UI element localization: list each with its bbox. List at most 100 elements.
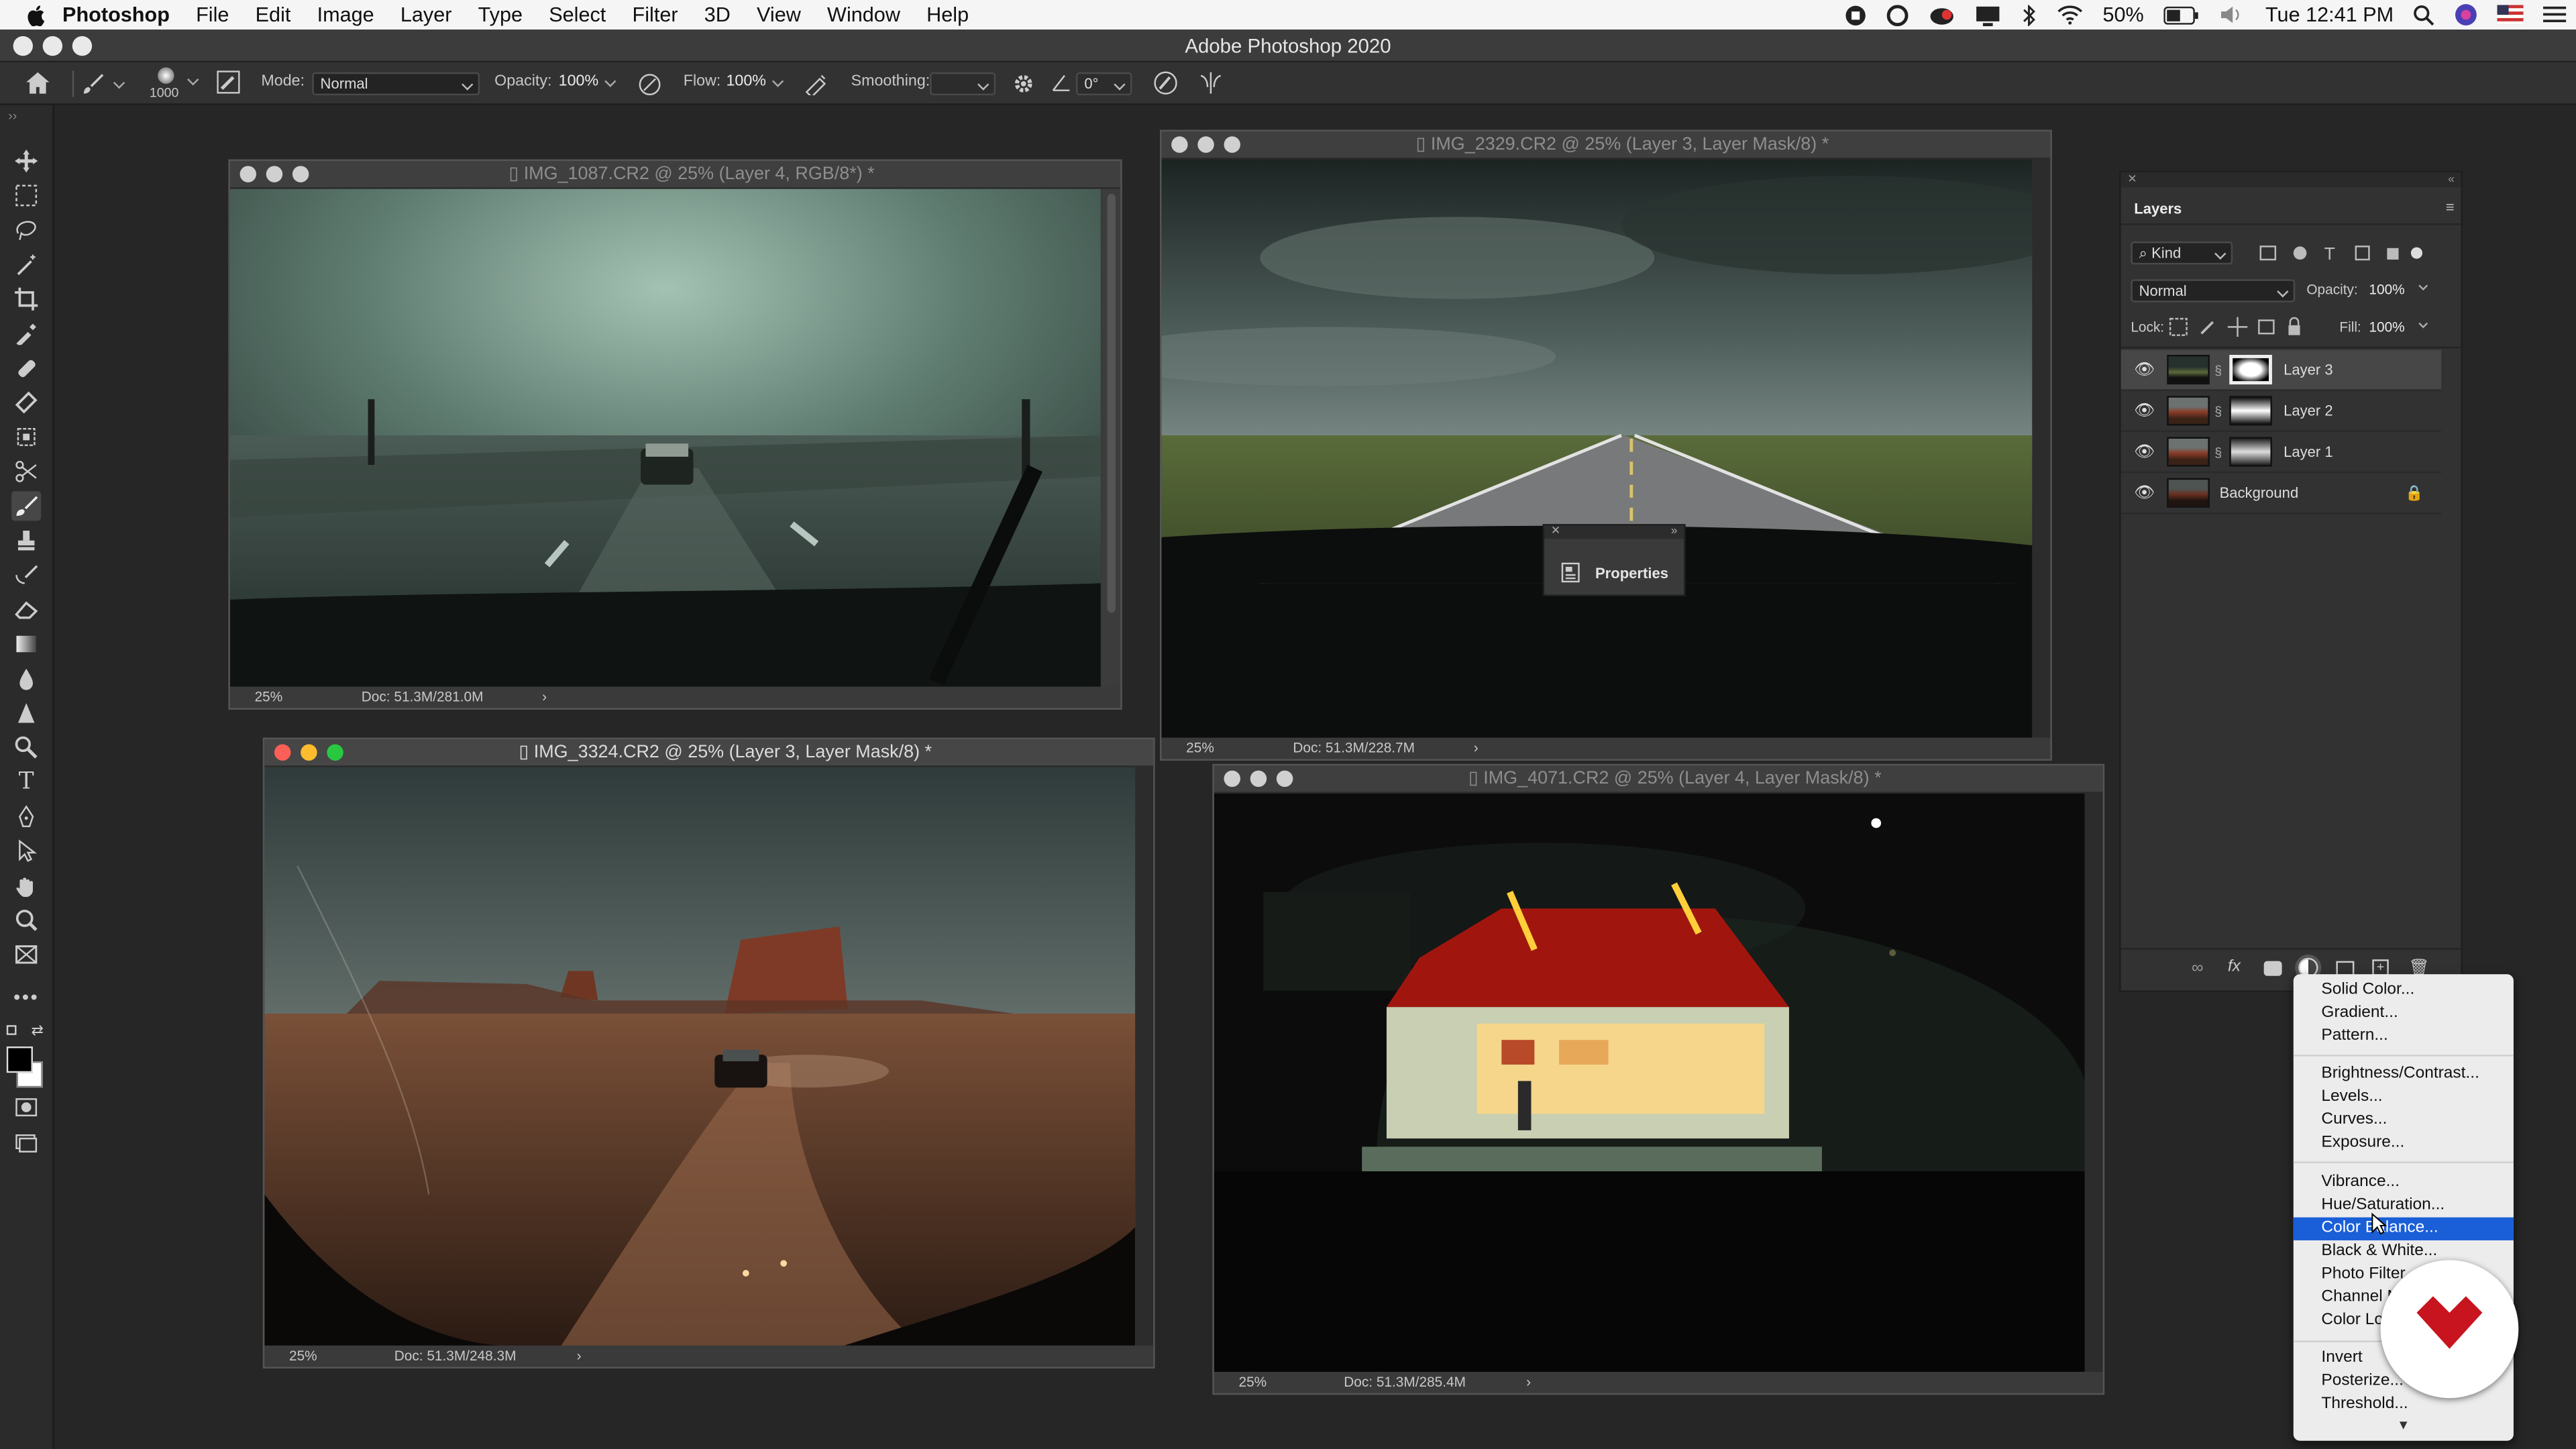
path-pen-tool-icon[interactable] <box>11 802 41 831</box>
menu-item-color-balance[interactable]: Color Balance... <box>2293 1217 2514 1240</box>
document-window-img-2329[interactable]: ▯ IMG_2329.CR2 @ 25% (Layer 3, Layer Mas… <box>1159 129 2052 761</box>
chain-link-icon[interactable]: § <box>2214 391 2222 432</box>
link-layers-icon[interactable]: ∞ <box>2192 959 2203 977</box>
photo-desert-road[interactable] <box>264 767 1136 1348</box>
app-menu[interactable]: Photoshop <box>56 0 182 30</box>
swap-colors-icon[interactable]: ⇄ <box>32 1022 44 1040</box>
opacity-value[interactable]: 100% <box>559 62 599 105</box>
spotlight-search-icon[interactable] <box>2404 0 2445 30</box>
history-brush-tool-icon[interactable] <box>11 560 41 590</box>
brush-size[interactable]: 1000 <box>150 85 179 100</box>
hand-tool-icon[interactable] <box>11 871 41 900</box>
visibility-eye-icon[interactable]: 👁 <box>2134 391 2155 432</box>
document-title-bar[interactable]: ▯ IMG_2329.CR2 @ 25% (Layer 3, Layer Mas… <box>1161 131 2051 160</box>
record-icon[interactable] <box>1835 0 1876 30</box>
layer-row-background[interactable]: 👁 Background 🔒 <box>2121 473 2442 515</box>
chevron-down-icon[interactable] <box>771 75 784 87</box>
eraser-tool-icon[interactable] <box>11 595 41 625</box>
battery-percent[interactable]: 50% <box>2093 0 2154 30</box>
clone-stamp-tool-icon[interactable] <box>11 526 41 555</box>
chain-link-icon[interactable]: § <box>2214 432 2222 473</box>
default-colors-icon[interactable] <box>6 1025 17 1035</box>
patch-tool-icon[interactable] <box>11 388 41 417</box>
layer-mask-thumbnail[interactable] <box>2229 354 2272 385</box>
menu-3d[interactable]: 3D <box>691 0 743 30</box>
photo-stormy-road[interactable] <box>1161 159 2033 740</box>
chevron-down-icon[interactable] <box>2418 281 2428 291</box>
gear-icon[interactable] <box>1012 72 1035 95</box>
zoom-doc-button[interactable] <box>1276 770 1293 788</box>
vertical-scrollbar[interactable] <box>2032 159 2051 740</box>
chevron-down-icon[interactable] <box>2418 319 2428 329</box>
fx-icon[interactable]: fx <box>2228 958 2241 976</box>
document-window-img-3324[interactable]: ▯ IMG_3324.CR2 @ 25% (Layer 3, Layer Mas… <box>262 737 1155 1369</box>
wifi-icon[interactable] <box>2047 0 2093 30</box>
document-title-bar[interactable]: ▯ IMG_3324.CR2 @ 25% (Layer 3, Layer Mas… <box>264 739 1154 767</box>
add-mask-icon[interactable] <box>2263 961 2282 976</box>
display-icon[interactable] <box>1965 0 2011 30</box>
menu-edit[interactable]: Edit <box>242 0 304 30</box>
type-tool-icon[interactable]: T <box>11 767 41 797</box>
brush-preview-icon[interactable] <box>158 67 174 84</box>
blur-tool-icon[interactable] <box>11 663 41 693</box>
close-doc-button[interactable] <box>1171 136 1188 153</box>
close-doc-button[interactable] <box>239 166 257 182</box>
status-menu-chevron-icon[interactable]: › <box>1526 1372 1531 1393</box>
menu-item-pattern[interactable]: Pattern... <box>2294 1025 2514 1048</box>
zoom-tool-icon[interactable] <box>11 905 41 934</box>
filter-kind-dropdown[interactable]: ⌕ Kind <box>2131 241 2233 265</box>
photo-rainy-highway[interactable] <box>229 189 1101 687</box>
chevron-down-icon[interactable] <box>604 75 616 87</box>
collapse-tools-icon[interactable]: ›› <box>8 109 17 123</box>
notification-center-icon[interactable] <box>2533 0 2576 30</box>
airbrush-icon[interactable] <box>804 72 828 96</box>
brush-angle-field[interactable]: 0° <box>1076 72 1132 96</box>
layer-name[interactable]: Layer 1 <box>2284 432 2333 473</box>
close-doc-button[interactable] <box>1224 770 1240 788</box>
pressure-opacity-icon[interactable] <box>637 72 662 97</box>
scissors-tool-icon[interactable] <box>11 457 41 486</box>
minimize-window-button[interactable] <box>42 36 63 56</box>
apple-menu-icon[interactable] <box>26 4 46 25</box>
pressure-size-icon[interactable] <box>1153 70 1178 95</box>
menu-item-curves[interactable]: Curves... <box>2294 1109 2514 1132</box>
layer-opacity-value[interactable]: 100% <box>2369 281 2404 297</box>
cc-sync-icon[interactable] <box>1919 0 1965 30</box>
properties-panel[interactable]: ✕ » Properties <box>1542 524 1686 596</box>
new-layer-icon[interactable]: + <box>2372 959 2389 976</box>
layer-name[interactable]: Layer 3 <box>2284 350 2333 391</box>
menu-window[interactable]: Window <box>814 0 913 30</box>
volume-icon[interactable] <box>2210 0 2256 30</box>
fill-value[interactable]: 100% <box>2369 319 2404 335</box>
panel-menu-icon[interactable]: ≡ <box>2446 199 2455 215</box>
dodge-tool-icon[interactable] <box>11 698 41 728</box>
layer-mask-thumbnail[interactable] <box>2229 437 2272 467</box>
flow-value[interactable]: 100% <box>726 62 766 105</box>
zoom-level[interactable]: 25% <box>289 1346 317 1367</box>
lock-icon[interactable]: 🔒 <box>2405 473 2423 514</box>
visibility-eye-icon[interactable]: 👁 <box>2134 473 2155 514</box>
blend-mode-dropdown[interactable]: Normal <box>2131 279 2296 303</box>
vertical-scrollbar[interactable] <box>1102 189 1121 687</box>
brush-settings-panel-icon[interactable] <box>217 70 240 94</box>
frame-tool-icon[interactable] <box>11 940 41 969</box>
visibility-eye-icon[interactable]: 👁 <box>2134 350 2155 391</box>
zoom-window-button[interactable] <box>72 36 93 56</box>
foreground-color-swatch[interactable] <box>6 1046 33 1073</box>
path-selection-tool-icon[interactable] <box>11 837 41 866</box>
gradient-tool-icon[interactable] <box>11 629 41 659</box>
zoom-doc-button[interactable] <box>292 166 309 182</box>
chevron-down-icon[interactable] <box>187 74 199 86</box>
status-menu-chevron-icon[interactable]: › <box>577 1346 582 1367</box>
vertical-scrollbar[interactable] <box>1135 767 1154 1348</box>
creative-cloud-icon[interactable] <box>1876 0 1919 30</box>
magic-wand-tool-icon[interactable] <box>11 250 41 279</box>
document-window-img-4071[interactable]: ▯ IMG_4071.CR2 @ 25% (Layer 4, Layer Mas… <box>1212 763 2105 1395</box>
document-window-img-1087[interactable]: ▯ IMG_1087.CR2 @ 25% (Layer 4, RGB/8*) *… <box>228 159 1122 710</box>
battery-icon[interactable] <box>2153 0 2209 30</box>
status-menu-chevron-icon[interactable]: › <box>1474 738 1479 759</box>
bluetooth-icon[interactable] <box>2010 0 2047 30</box>
zoom-doc-button[interactable] <box>327 744 343 761</box>
status-menu-chevron-icon[interactable]: › <box>542 687 547 708</box>
minimize-doc-button[interactable] <box>301 744 317 761</box>
